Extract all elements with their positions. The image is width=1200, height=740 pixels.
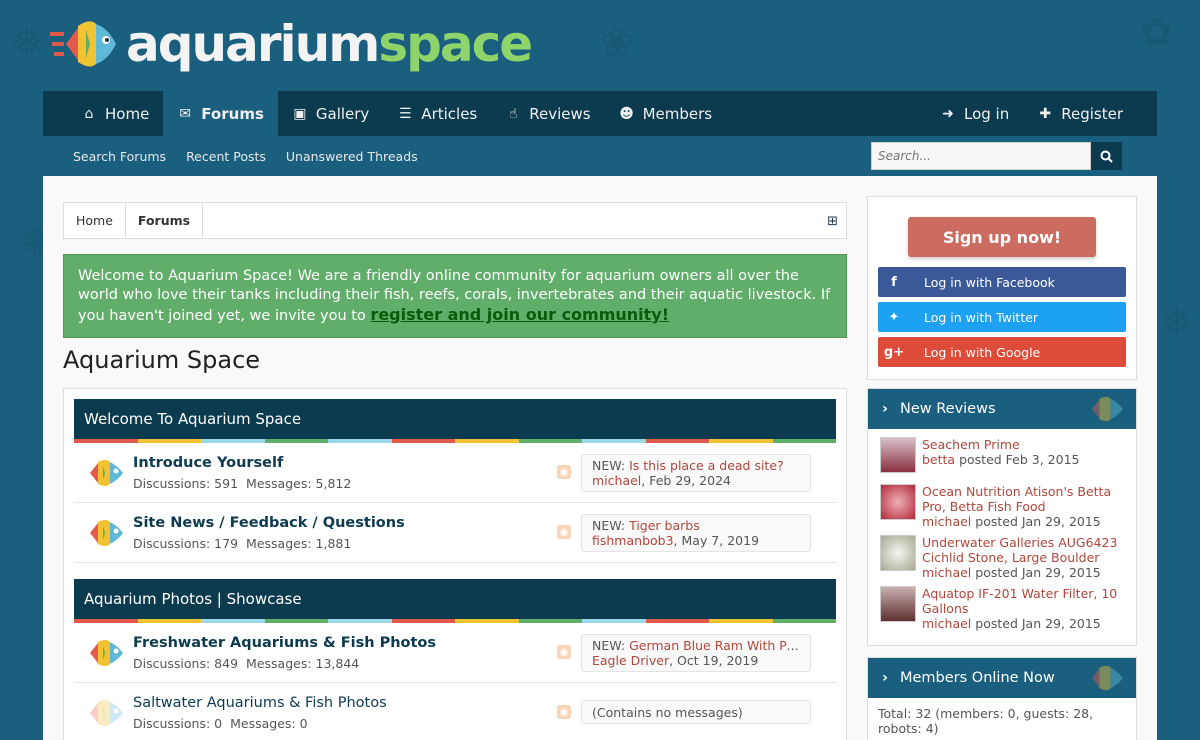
review-thumbnail[interactable]: [880, 484, 916, 520]
rss-icon[interactable]: ◉: [557, 705, 571, 719]
comments-icon: ✉: [179, 105, 192, 122]
fish-decor-icon: [1092, 665, 1123, 691]
rss-icon[interactable]: ◉: [557, 465, 571, 479]
fish-decor-icon: [1092, 396, 1123, 422]
members-online-summary: Total: 32 (members: 0, guests: 28, robot…: [878, 706, 1094, 736]
forum-title-introduce-yourself[interactable]: Introduce Yourself: [133, 455, 283, 471]
last-post-user[interactable]: Eagle Driver: [592, 653, 669, 668]
sitemap-icon[interactable]: ⊞: [827, 214, 838, 229]
login-facebook-button[interactable]: f Log in with Facebook: [878, 267, 1126, 297]
welcome-notice: Welcome to Aquarium Space! We are a frie…: [63, 254, 847, 338]
thumbs-up-icon: ☝: [508, 105, 518, 122]
user-plus-icon: ✚: [1039, 105, 1052, 122]
sub-nav: Search Forums Recent Posts Unanswered Th…: [43, 136, 1157, 176]
page-title: Aquarium Space: [63, 346, 261, 374]
last-post-user[interactable]: michael: [592, 473, 641, 488]
review-user[interactable]: betta: [922, 452, 955, 467]
fish-logo-icon: [50, 21, 116, 67]
forum-list: Welcome To Aquarium Space Introduce Your…: [63, 388, 847, 740]
image-icon: ▣: [293, 105, 307, 122]
nav-home[interactable]: ⌂ Home: [43, 91, 163, 136]
review-user[interactable]: michael: [922, 616, 971, 631]
subnav-search-forums[interactable]: Search Forums: [73, 149, 166, 164]
facebook-icon: f: [891, 274, 897, 290]
review-thumbnail[interactable]: [880, 437, 916, 473]
chevron-right-icon: ›: [882, 670, 888, 686]
search-input[interactable]: [871, 142, 1091, 170]
signup-button[interactable]: Sign up now!: [908, 217, 1096, 257]
fish-forum-icon: [90, 460, 123, 486]
breadcrumb-home[interactable]: Home: [64, 203, 126, 238]
category-header[interactable]: Aquarium Photos | Showcase: [74, 579, 836, 619]
last-post-empty: (Contains no messages): [581, 700, 811, 724]
last-post-title[interactable]: German Blue Ram With Pope...: [629, 638, 800, 653]
review-title[interactable]: Ocean Nutrition Atison's Betta Pro, Bett…: [922, 484, 1130, 514]
signup-block: Sign up now! f Log in with Facebook ✦ Log …: [867, 196, 1137, 380]
search-button[interactable]: [1091, 142, 1122, 170]
google-plus-icon: g+: [883, 344, 905, 360]
fish-forum-icon: [90, 520, 123, 546]
review-user[interactable]: michael: [922, 565, 971, 580]
last-post: NEW: Is this place a dead site? michael,…: [581, 454, 811, 492]
nav-reviews[interactable]: ☝ Reviews: [491, 91, 604, 136]
nav-register[interactable]: ✚ Register: [1023, 91, 1157, 136]
last-post-title[interactable]: Tiger barbs: [629, 518, 700, 533]
site-wordmark: aquariumspace: [126, 15, 533, 73]
nav-gallery[interactable]: ▣ Gallery: [278, 91, 383, 136]
breadcrumb-forums[interactable]: Forums: [126, 203, 204, 238]
last-post-title[interactable]: Is this place a dead site?: [629, 458, 784, 473]
main-content: Home Forums ⊞ Welcome to Aquarium Space!…: [43, 176, 1157, 740]
members-online-header[interactable]: › Members Online Now: [868, 658, 1136, 698]
last-post-user[interactable]: fishmanbob3: [592, 533, 674, 548]
fish-forum-icon-faded: [90, 700, 123, 726]
login-google-button[interactable]: g+ Log in with Google: [878, 337, 1126, 367]
new-reviews-block: › New Reviews Seachem Prime betta posted F…: [867, 388, 1137, 646]
review-thumbnail[interactable]: [880, 535, 916, 571]
subnav-unanswered-threads[interactable]: Unanswered Threads: [286, 149, 418, 164]
users-icon: ☻: [619, 105, 634, 122]
forum-title-freshwater[interactable]: Freshwater Aquariums & Fish Photos: [133, 635, 436, 651]
register-link[interactable]: register and join our community!: [370, 305, 669, 324]
nav-members[interactable]: ☻ Members: [605, 91, 727, 136]
login-twitter-button[interactable]: ✦ Log in with Twitter: [878, 302, 1126, 332]
home-icon: ⌂: [84, 105, 94, 122]
chevron-right-icon: ›: [882, 401, 888, 417]
newspaper-icon: ☰: [399, 105, 412, 122]
forum-stats: Discussions: 179 Messages: 1,881: [133, 536, 352, 551]
review-title[interactable]: Aquatop IF-201 Water Filter, 10 Gallons: [922, 586, 1130, 616]
forum-node: Site News / Feedback / Questions Discuss…: [74, 503, 836, 563]
forum-stats: Discussions: 0 Messages: 0: [133, 716, 308, 731]
twitter-icon: ✦: [888, 309, 900, 325]
nav-login[interactable]: ➜ Log in: [926, 91, 1023, 136]
forum-stats: Discussions: 849 Messages: 13,844: [133, 656, 360, 671]
site-logo[interactable]: aquariumspace: [50, 14, 533, 74]
search-icon: [1100, 150, 1113, 163]
sign-in-icon: ➜: [942, 105, 954, 122]
last-post: NEW: German Blue Ram With Pope... Eagle …: [581, 634, 811, 672]
nav-articles[interactable]: ☰ Articles: [383, 91, 491, 136]
main-nav: ⌂ Home ✉ Forums ▣ Gallery ☰ Articles ☝ Review…: [43, 91, 1157, 136]
members-online-block: › Members Online Now Total: 32 (members: …: [867, 657, 1137, 740]
forum-node: Freshwater Aquariums & Fish Photos Discu…: [74, 623, 836, 683]
forum-node: Saltwater Aquariums & Fish Photos Discus…: [74, 683, 836, 740]
forum-title-saltwater[interactable]: Saltwater Aquariums & Fish Photos: [133, 695, 387, 711]
review-thumbnail[interactable]: [880, 586, 916, 622]
rss-icon[interactable]: ◉: [557, 645, 571, 659]
breadcrumb: Home Forums ⊞: [63, 202, 847, 239]
category-header[interactable]: Welcome To Aquarium Space: [74, 399, 836, 439]
forum-stats: Discussions: 591 Messages: 5,812: [133, 476, 352, 491]
forum-title-site-news[interactable]: Site News / Feedback / Questions: [133, 515, 405, 531]
rss-icon[interactable]: ◉: [557, 525, 571, 539]
review-user[interactable]: michael: [922, 514, 971, 529]
nav-forums[interactable]: ✉ Forums: [163, 91, 278, 136]
review-title[interactable]: Seachem Prime: [922, 437, 1130, 452]
review-title[interactable]: Underwater Galleries AUG6423 Cichlid Sto…: [922, 535, 1130, 565]
subnav-recent-posts[interactable]: Recent Posts: [186, 149, 266, 164]
forum-node: Introduce Yourself Discussions: 591 Messa…: [74, 443, 836, 503]
fish-forum-icon: [90, 640, 123, 666]
last-post: NEW: Tiger barbs fishmanbob3, May 7, 201…: [581, 514, 811, 552]
new-reviews-header[interactable]: › New Reviews: [868, 389, 1136, 429]
